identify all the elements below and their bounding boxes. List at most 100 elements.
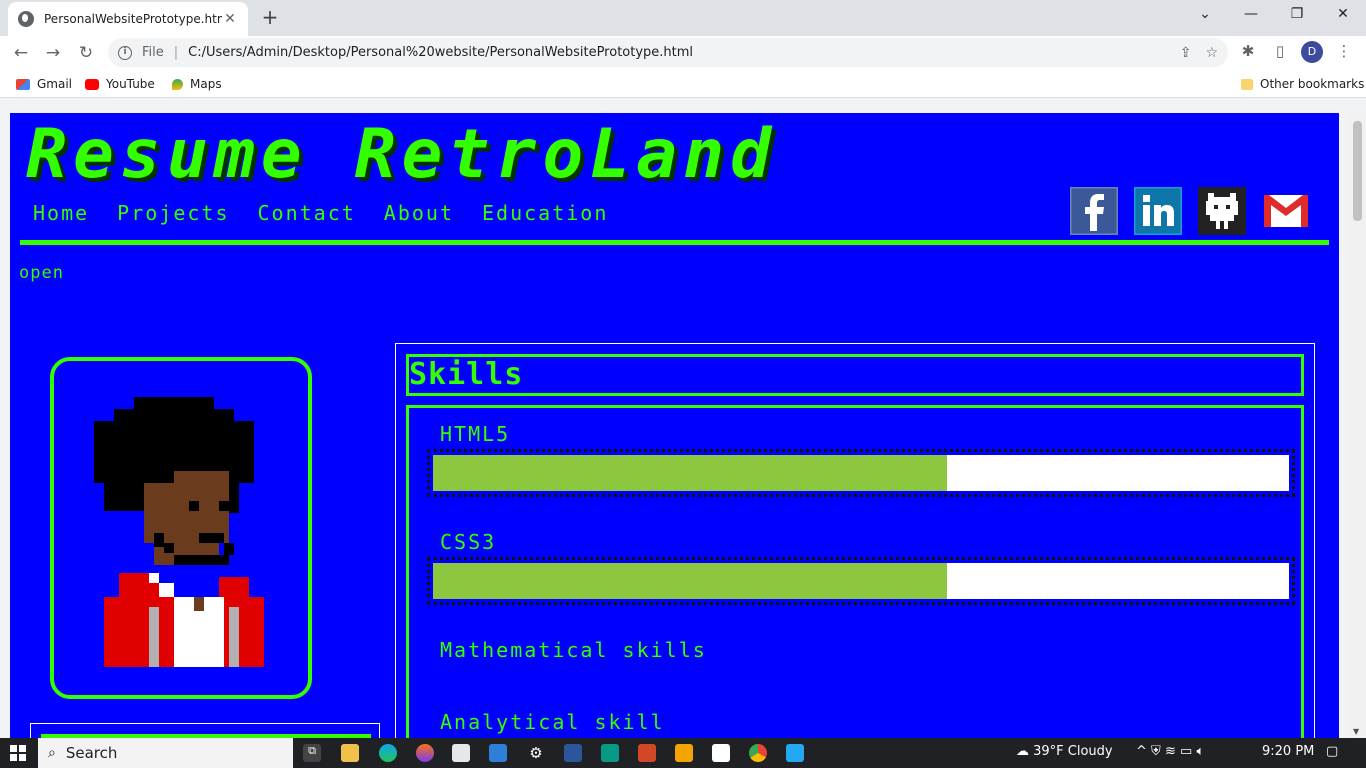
folder-icon [1241, 78, 1253, 90]
nav-about[interactable]: About [384, 201, 454, 225]
powerpoint-icon[interactable] [638, 744, 656, 762]
skill-analytical-label: Analytical skill [440, 710, 665, 734]
battery-icon[interactable]: ▭ [1180, 744, 1192, 759]
open-toggle[interactable]: open [19, 263, 64, 283]
extensions-icon[interactable]: ✱ [1237, 42, 1259, 60]
wifi-icon[interactable]: ≋ [1165, 744, 1176, 759]
left-secondary-panel [30, 723, 380, 738]
windows-taskbar: ⌕ Search ⧉ ⚙ ☁ 39°F Cloudy ^ ⛨ ≋ ▭ 🔈︎ 9:… [0, 738, 1366, 768]
github-icon[interactable] [1198, 187, 1246, 235]
profile-avatar[interactable]: D [1301, 41, 1323, 63]
bookmark-gmail[interactable]: Gmail [16, 77, 72, 91]
taskbar-search[interactable]: ⌕ Search [38, 738, 293, 768]
pixel-avatar [94, 397, 264, 667]
new-tab-button[interactable]: + [256, 5, 284, 31]
bookmark-label: Other bookmarks [1260, 77, 1365, 91]
scroll-down-arrow[interactable]: ▼ [1353, 727, 1359, 736]
avatar-frame [50, 357, 312, 699]
close-tab-icon[interactable]: ✕ [222, 11, 238, 27]
maps-pin-icon [172, 78, 183, 90]
skills-heading: Skills [409, 357, 524, 392]
app-icon[interactable] [675, 744, 693, 762]
address-url[interactable]: C:/Users/Admin/Desktop/Personal%20websit… [188, 45, 1166, 60]
word-icon[interactable] [564, 744, 582, 762]
web-page: Resume RetroLand Home Projects Contact A… [10, 113, 1339, 738]
bookmark-star-icon[interactable]: ☆ [1205, 45, 1218, 61]
share-icon[interactable]: ⇪ [1180, 45, 1192, 61]
bookmark-label: Gmail [37, 77, 73, 91]
skills-list: HTML5 CSS3 Mathematical skills Analytica… [406, 405, 1304, 738]
facebook-icon[interactable] [1070, 187, 1118, 235]
reload-icon[interactable]: ↻ [73, 40, 99, 66]
skills-section: Skills HTML5 CSS3 Mathematical skills An… [395, 343, 1315, 738]
globe-icon [18, 11, 34, 27]
progress-track [433, 563, 1289, 599]
bookmarks-bar: Gmail YouTube Maps Other bookmarks [0, 70, 1366, 98]
other-bookmarks[interactable]: Other bookmarks [1241, 77, 1364, 91]
skill-html5-label: HTML5 [440, 422, 511, 446]
scrollbar-thumb[interactable] [1353, 121, 1362, 221]
store-icon[interactable] [452, 744, 470, 762]
gmail-icon[interactable] [1262, 187, 1310, 235]
bookmark-maps[interactable]: Maps [172, 77, 222, 91]
browser-tab[interactable]: PersonalWebsitePrototype.html ✕ [8, 2, 248, 36]
minimize-button[interactable]: — [1228, 0, 1274, 30]
paint-icon[interactable] [712, 744, 730, 762]
file-explorer-icon[interactable] [341, 744, 359, 762]
system-tray[interactable]: ^ ⛨ ≋ ▭ 🔈︎ [1136, 744, 1204, 759]
skills-header: Skills [406, 354, 1304, 396]
chevron-up-icon[interactable]: ^ [1136, 744, 1147, 759]
forward-arrow-icon[interactable]: → [40, 40, 66, 66]
back-arrow-icon[interactable]: ← [8, 40, 34, 66]
notifications-icon[interactable]: ▢ [1326, 744, 1338, 759]
menu-kebab-icon[interactable]: ⋮ [1333, 42, 1355, 60]
shield-icon[interactable]: ⛨ [1151, 744, 1161, 759]
tab-title: PersonalWebsitePrototype.html [44, 12, 222, 26]
youtube-icon [85, 78, 99, 90]
mail-icon[interactable] [489, 744, 507, 762]
side-panel-icon[interactable]: ▯ [1269, 42, 1291, 60]
progress-track [433, 455, 1289, 491]
tab-search-icon[interactable]: ⌄ [1182, 0, 1228, 30]
restore-button[interactable]: ❐ [1274, 0, 1320, 30]
nav-projects[interactable]: Projects [117, 201, 229, 225]
settings-gear-icon[interactable]: ⚙ [527, 744, 545, 762]
address-separator: | [173, 45, 179, 60]
gmail-icon [16, 78, 30, 90]
tab-strip: PersonalWebsitePrototype.html ✕ + ⌄ — ❐ … [0, 0, 1366, 36]
bookmark-label: Maps [190, 77, 222, 91]
task-view-icon[interactable]: ⧉ [303, 744, 321, 762]
progress-fill [433, 455, 947, 491]
windows-start-icon[interactable] [10, 745, 26, 761]
weather-widget[interactable]: ☁ 39°F Cloudy [1016, 744, 1113, 759]
publisher-icon[interactable] [601, 744, 619, 762]
address-bar[interactable]: i File | C:/Users/Admin/Desktop/Personal… [108, 38, 1228, 67]
close-window-button[interactable]: ✕ [1320, 0, 1366, 30]
skill-css3-label: CSS3 [440, 530, 497, 554]
site-nav: Home Projects Contact About Education [33, 201, 608, 225]
edge-icon[interactable] [379, 744, 397, 762]
page-gutter [0, 98, 10, 738]
weather-text: 39°F Cloudy [1033, 744, 1113, 759]
vscode-icon[interactable] [786, 744, 804, 762]
header-divider [20, 240, 1329, 245]
nav-contact[interactable]: Contact [258, 201, 356, 225]
address-scheme: File [142, 45, 164, 60]
linkedin-icon[interactable] [1134, 187, 1182, 235]
volume-icon[interactable]: 🔈︎ [1196, 744, 1204, 759]
search-icon: ⌕ [48, 745, 56, 761]
nav-education[interactable]: Education [482, 201, 608, 225]
skill-math-label: Mathematical skills [440, 638, 707, 662]
page-scrollbar[interactable]: ▼ [1349, 113, 1366, 738]
browser-toolbar: ← → ↻ i File | C:/Users/Admin/Desktop/Pe… [0, 36, 1366, 70]
info-icon[interactable]: i [118, 45, 132, 60]
nav-home[interactable]: Home [33, 201, 89, 225]
search-placeholder: Search [65, 744, 118, 762]
progress-fill [433, 563, 947, 599]
cloud-icon: ☁ [1016, 744, 1029, 759]
clock[interactable]: 9:20 PM [1262, 744, 1314, 759]
site-title: Resume RetroLand [26, 115, 778, 194]
firefox-icon[interactable] [416, 744, 434, 762]
bookmark-youtube[interactable]: YouTube [85, 77, 155, 91]
chrome-icon[interactable] [749, 744, 767, 762]
